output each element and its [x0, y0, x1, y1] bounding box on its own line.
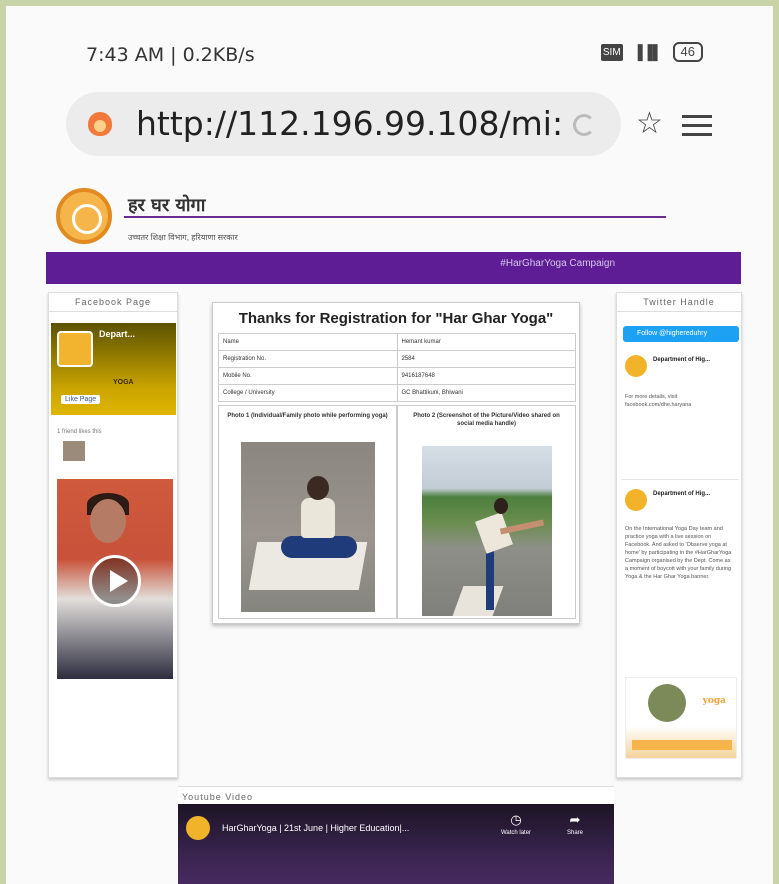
photo-cell-2: Photo 2 (Screenshot of the Picture/Video… [397, 405, 576, 619]
photo-cell-1: Photo 1 (Individual/Family photo while p… [218, 405, 397, 619]
share-button[interactable]: ➦ Share [560, 812, 590, 836]
row-label: Registration No. [218, 350, 398, 368]
reload-icon[interactable] [573, 114, 595, 136]
image-strip [632, 740, 732, 750]
nav-banner: #HarGharYoga Campaign [46, 252, 741, 284]
campaign-hashtag[interactable]: #HarGharYoga Campaign [500, 258, 615, 269]
share-icon: ➦ [569, 812, 581, 827]
channel-logo[interactable] [186, 816, 210, 840]
table-row: Mobile No. 9416187648 [218, 367, 576, 385]
person-legs [281, 536, 357, 558]
photo-grid: Photo 1 (Individual/Family photo while p… [218, 405, 576, 619]
site-security-icon [88, 112, 112, 136]
row-value: 9416187648 [396, 367, 576, 385]
yoga-pose-image [648, 684, 686, 722]
status-time: 7:43 AM | 0.2KB/s [86, 44, 255, 66]
watch-later-button[interactable]: ◷ Watch later [496, 812, 536, 836]
tweet-avatar[interactable] [625, 489, 647, 511]
person-body [301, 498, 335, 538]
youtube-heading: Youtube Video [182, 792, 254, 802]
status-icons: SIM ▐▐▌ 46 [600, 42, 703, 62]
sim-icon: SIM [600, 43, 623, 61]
battery-icon: 46 [672, 42, 703, 62]
signal-icon: ▐▐▌ [632, 44, 663, 60]
tweet-author[interactable]: Department of Hig... [653, 491, 710, 497]
site-title: हर घर योगा [128, 195, 206, 216]
facebook-followers: 1 friend likes this [57, 429, 102, 435]
row-value: 2584 [396, 350, 576, 368]
video-title[interactable]: HarGharYoga | 21st June | Higher Educati… [222, 823, 409, 833]
person-leg [486, 544, 494, 610]
yoga-photo-1 [241, 442, 375, 612]
clock-icon: ◷ [510, 812, 522, 827]
twitter-heading: Twitter Handle [617, 293, 741, 312]
facebook-page-cover[interactable]: Depart... YOGA Like Page [51, 323, 176, 415]
watch-later-label: Watch later [500, 830, 532, 836]
browser-menu-icon[interactable] [682, 109, 712, 142]
url-text[interactable]: http://112.196.99.108/mi: [136, 104, 563, 143]
youtube-embed[interactable]: HarGharYoga | 21st June | Higher Educati… [178, 804, 614, 884]
photo1-caption: Photo 1 (Individual/Family photo while p… [227, 413, 388, 419]
twitter-follow-button[interactable]: Follow @highereduhry [623, 326, 739, 342]
like-page-button[interactable]: Like Page [61, 395, 101, 404]
youtube-heading-bar: Youtube Video [178, 786, 614, 804]
tweet-author[interactable]: Department of Hig... [653, 357, 710, 363]
share-label: Share [566, 830, 583, 836]
registration-heading: Thanks for Registration for "Har Ghar Yo… [238, 310, 554, 327]
facebook-heading: Facebook Page [49, 293, 177, 312]
friend-avatar [63, 441, 85, 461]
table-row: Registration No. 2584 [218, 350, 576, 368]
yoga-brand-text: yoga [702, 696, 726, 706]
facebook-page-name[interactable]: Depart... [99, 329, 135, 339]
yoga-photo-2 [422, 446, 552, 616]
table-row: Name Hemant kumar [218, 333, 576, 351]
row-value: Hemant kumar [396, 333, 576, 351]
row-value: GC Bhattikuni, Bhiwani [396, 384, 576, 402]
play-icon[interactable] [89, 555, 141, 607]
registration-card: Thanks for Registration for "Har Ghar Yo… [212, 302, 580, 624]
tweet-divider [621, 479, 739, 480]
phone-screen: 7:43 AM | 0.2KB/s SIM ▐▐▌ 46 http://112.… [6, 6, 773, 884]
twitter-widget: Twitter Handle Follow @highereduhry Depa… [616, 292, 742, 778]
row-label: Name [218, 333, 398, 351]
facebook-widget: Facebook Page Depart... YOGA Like Page 1… [48, 292, 178, 778]
registration-table: Name Hemant kumar Registration No. 2584 … [218, 333, 576, 402]
facebook-video[interactable] [57, 479, 173, 679]
person-head [494, 498, 508, 514]
facebook-page-avatar [57, 331, 93, 367]
person-head [307, 476, 329, 500]
photo2-caption: Photo 2 (Screenshot of the Picture/Video… [413, 413, 560, 427]
video-person-face [90, 499, 126, 543]
address-bar[interactable]: http://112.196.99.108/mi: [66, 92, 621, 156]
tweet-text: For more details, visit facebook.com/dhe… [625, 394, 692, 408]
tweet-avatar[interactable] [625, 355, 647, 377]
haryana-emblem-logo [56, 188, 112, 244]
yoga-mat [452, 586, 504, 616]
cover-text: YOGA [113, 379, 134, 386]
tweet-text: On the International Yoga Day team and p… [625, 526, 732, 580]
row-label: College / University [218, 384, 398, 402]
table-row: College / University GC Bhattikuni, Bhiw… [218, 384, 576, 402]
tweet-image[interactable]: yoga [625, 677, 737, 759]
status-bar: 7:43 AM | 0.2KB/s SIM ▐▐▌ 46 [6, 6, 773, 90]
site-subtitle: उच्चतर शिक्षा विभाग, हरियाणा सरकार [128, 233, 238, 242]
row-label: Mobile No. [218, 367, 398, 385]
person-arm [499, 519, 545, 535]
bookmark-star-icon[interactable]: ☆ [636, 106, 663, 141]
title-underline [124, 216, 666, 218]
